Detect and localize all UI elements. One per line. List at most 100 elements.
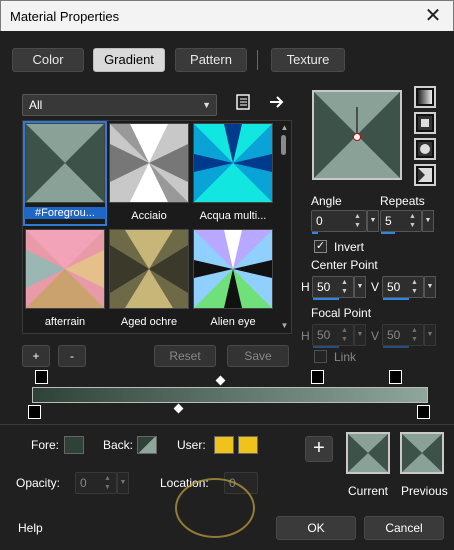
sunburst-style-icon[interactable] (414, 138, 436, 160)
chevron-down-icon: ▼ (202, 100, 211, 110)
repeats-label: Repeats (380, 194, 425, 208)
focal-h-input[interactable]: 50 ▲ ▼ (312, 324, 354, 348)
tab-color[interactable]: Color (12, 48, 84, 72)
angle-input[interactable]: 0 ▲ ▼ (311, 210, 367, 234)
color-midpoint[interactable] (173, 403, 184, 414)
color-stop-left[interactable] (28, 405, 41, 419)
category-dropdown[interactable]: All ▼ (22, 94, 217, 116)
gradient-thumb-alien-eye[interactable] (193, 229, 273, 309)
add-gradient-button[interactable]: + (22, 345, 50, 367)
remove-gradient-button[interactable]: - (58, 345, 86, 367)
rectangular-style-icon[interactable] (414, 112, 436, 134)
current-swatch[interactable] (346, 432, 390, 474)
angle-slider[interactable] (312, 232, 318, 234)
focal-v-dropdown-icon[interactable]: ▼ (424, 324, 436, 346)
color-stop-right[interactable] (417, 405, 430, 419)
help-link[interactable]: Help (18, 521, 43, 535)
back-swatch[interactable] (137, 436, 157, 454)
focal-point-label: Focal Point (311, 306, 372, 320)
user-swatch-2[interactable] (238, 436, 258, 454)
transparency-stop-mid[interactable] (311, 370, 324, 384)
spin-arrows-icon[interactable]: ▲ ▼ (411, 326, 422, 344)
previous-label: Previous (401, 484, 448, 498)
save-button[interactable]: Save (227, 345, 289, 367)
focal-v-label: V (371, 329, 380, 343)
invert-checkbox[interactable]: ✓ (314, 240, 327, 253)
transparency-midpoint[interactable] (215, 375, 226, 386)
invert-label[interactable]: Invert (334, 240, 364, 254)
spin-arrows-icon[interactable]: ▲ ▼ (354, 212, 365, 230)
opacity-dropdown-icon[interactable]: ▼ (117, 472, 129, 494)
tab-pattern[interactable]: Pattern (175, 48, 247, 72)
cancel-button[interactable]: Cancel (364, 516, 444, 540)
center-h-slider[interactable] (313, 298, 339, 300)
focal-h-dropdown-icon[interactable]: ▼ (354, 324, 366, 346)
foreground-gradient-swatch (26, 124, 104, 202)
gradient-thumb-foreground[interactable] (25, 123, 105, 203)
linear-style-icon[interactable] (414, 86, 436, 108)
gradient-thumb-acqua[interactable] (193, 123, 273, 203)
tab-separator (257, 50, 258, 70)
repeats-slider[interactable] (381, 232, 395, 234)
library-icon[interactable] (234, 93, 252, 111)
tab-texture[interactable]: Texture (271, 48, 345, 72)
center-v-slider[interactable] (383, 298, 409, 300)
gradient-name: Alien eye (210, 316, 256, 328)
repeats-value: 5 (385, 214, 392, 228)
center-h-dropdown-icon[interactable]: ▼ (354, 276, 366, 298)
tab-gradient[interactable]: Gradient (93, 48, 165, 72)
scroll-down-icon[interactable]: ▼ (278, 321, 291, 330)
gradient-thumb-aged-ochre[interactable] (109, 229, 189, 309)
center-v-input[interactable]: 50 ▲ ▼ (382, 276, 424, 300)
link-checkbox[interactable] (314, 350, 327, 363)
center-v-label: V (371, 280, 380, 294)
window-title: Material Properties (10, 9, 120, 24)
center-h-label: H (301, 280, 310, 294)
gradient-name: Acciaio (131, 210, 167, 222)
gradient-preview[interactable] (312, 90, 402, 180)
radial-style-icon[interactable] (414, 164, 436, 186)
arrow-right-icon[interactable] (268, 93, 286, 111)
gradient-list-scrollbar[interactable]: ▲ ▼ (278, 121, 291, 333)
transparency-stop-left[interactable] (35, 370, 48, 384)
focal-v-slider[interactable] (383, 346, 409, 348)
fore-swatch[interactable] (64, 436, 84, 454)
focal-v-value: 50 (387, 328, 401, 342)
add-to-swatches-button[interactable]: + (305, 436, 333, 462)
scrollbar-thumb[interactable] (281, 135, 286, 155)
spin-arrows-icon[interactable]: ▲ ▼ (341, 326, 352, 344)
spin-arrows-icon[interactable]: ▲ ▼ (104, 474, 115, 492)
gradient-editor-bar[interactable] (32, 387, 428, 403)
angle-dropdown-icon[interactable]: ▼ (367, 210, 379, 232)
user-swatch-1[interactable] (214, 436, 234, 454)
focal-h-slider[interactable] (313, 346, 339, 348)
focal-v-input[interactable]: 50 ▲ ▼ (382, 324, 424, 348)
gradient-thumb-acciaio[interactable] (109, 123, 189, 203)
spin-arrows-icon[interactable]: ▲ ▼ (341, 278, 352, 296)
gradient-name: Acqua multi... (199, 210, 267, 222)
transparency-stop-right[interactable] (389, 370, 402, 384)
scroll-up-icon[interactable]: ▲ (278, 123, 291, 132)
fore-label: Fore: (31, 438, 60, 452)
angle-label: Angle (311, 194, 342, 208)
reset-button[interactable]: Reset (154, 345, 216, 367)
center-point-label: Center Point (311, 258, 378, 272)
user-label: User: (177, 438, 206, 452)
center-v-value: 50 (387, 280, 401, 294)
title-bar: Material Properties ✕ (0, 0, 454, 31)
gradient-name: afterrain (44, 316, 86, 328)
repeats-input[interactable]: 5 ▲ ▼ (380, 210, 422, 234)
gradient-thumb-afterrain[interactable] (25, 229, 105, 309)
opacity-input[interactable]: 0 ▲ ▼ (75, 472, 117, 494)
link-label[interactable]: Link (334, 350, 356, 364)
previous-swatch[interactable] (400, 432, 444, 474)
focal-h-value: 50 (317, 328, 331, 342)
repeats-dropdown-icon[interactable]: ▼ (422, 210, 434, 232)
close-icon[interactable]: ✕ (421, 4, 445, 28)
back-label: Back: (103, 438, 134, 452)
center-v-dropdown-icon[interactable]: ▼ (424, 276, 436, 298)
spin-arrows-icon[interactable]: ▲ ▼ (411, 278, 422, 296)
spin-arrows-icon[interactable]: ▲ ▼ (409, 212, 420, 230)
center-h-input[interactable]: 50 ▲ ▼ (312, 276, 354, 300)
ok-button[interactable]: OK (276, 516, 356, 540)
